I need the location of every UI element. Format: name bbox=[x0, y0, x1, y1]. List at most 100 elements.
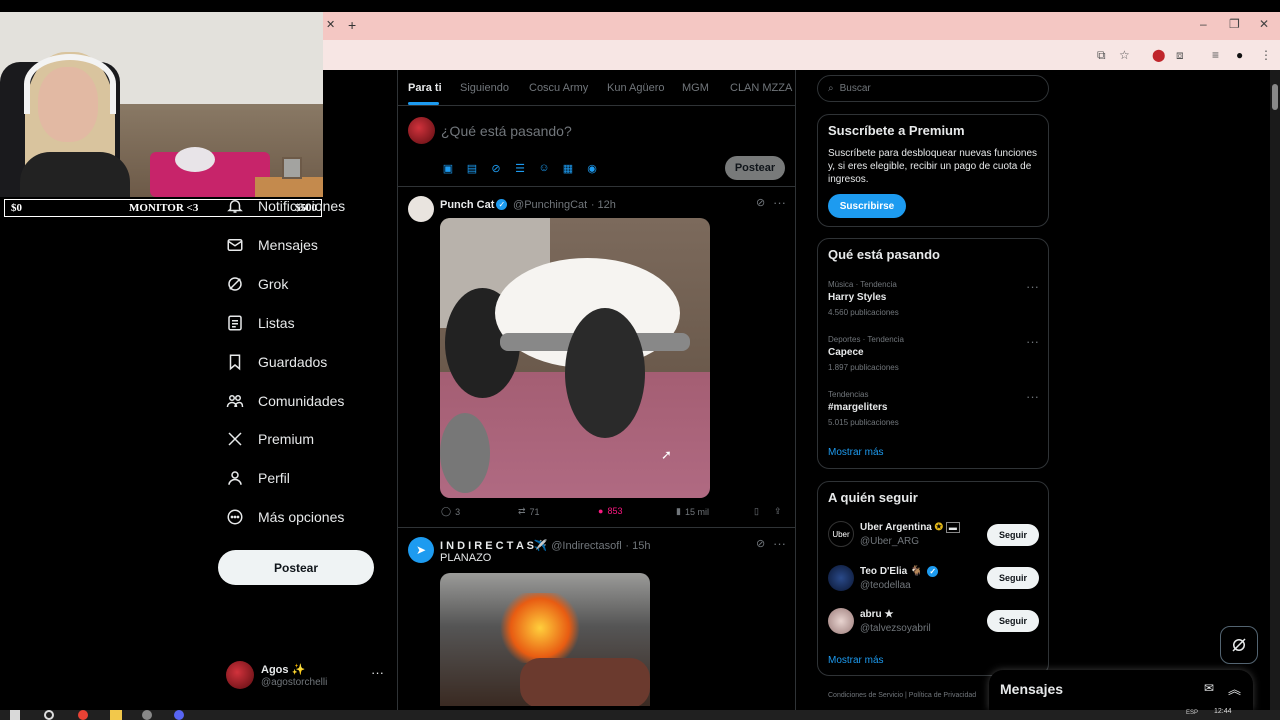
gif-icon[interactable]: ▤ bbox=[465, 161, 479, 175]
footer-links[interactable]: Condiciones de Servicio | Política de Pr… bbox=[828, 692, 976, 699]
new-message-icon[interactable]: ✉ bbox=[1204, 681, 1214, 695]
windows-start-icon[interactable] bbox=[10, 710, 20, 720]
follow-avatar[interactable]: Uber bbox=[828, 521, 854, 547]
compose-input[interactable]: ¿Qué está pasando? bbox=[441, 123, 572, 139]
account-switcher[interactable]: Agos ✨ @agostorchelli ··· bbox=[226, 661, 386, 693]
profile-icon[interactable]: ● bbox=[1236, 48, 1243, 62]
app-taskbar-icon[interactable] bbox=[142, 710, 152, 720]
bookmark-star-icon[interactable]: ☆ bbox=[1119, 48, 1130, 62]
tab-coscu-army[interactable]: Coscu Army bbox=[529, 82, 588, 94]
tweet-author-name[interactable]: I N D I R E C T A S✈️ bbox=[440, 540, 548, 552]
tweet-time[interactable]: · 15h bbox=[625, 540, 650, 552]
nav-item-grok[interactable]: Grok bbox=[226, 271, 288, 297]
schedule-icon[interactable]: ▦ bbox=[561, 161, 575, 175]
trend-more-icon[interactable]: ··· bbox=[1026, 279, 1039, 294]
emoji-icon[interactable]: ☺ bbox=[537, 161, 551, 175]
tweet-author-handle[interactable]: @PunchingCat bbox=[513, 199, 587, 211]
nav-item-bookmarks[interactable]: Guardados bbox=[226, 349, 327, 375]
search-input[interactable]: ⌕ Buscar bbox=[817, 75, 1049, 102]
clock[interactable]: 12:44 bbox=[1214, 708, 1232, 715]
compose-post-button[interactable]: Postear bbox=[725, 156, 785, 180]
follow-name[interactable]: Uber Argentina ✪ ▬ bbox=[860, 522, 960, 533]
language-indicator[interactable]: ESP bbox=[1186, 710, 1198, 716]
window-close-icon[interactable]: ✕ bbox=[1259, 17, 1269, 31]
tweet-image[interactable] bbox=[440, 573, 650, 706]
retweet-action[interactable]: ⇄ 71 bbox=[518, 506, 540, 517]
bookmark-tweet-icon[interactable]: ▯ bbox=[754, 506, 759, 517]
address-bar[interactable] bbox=[323, 40, 1280, 70]
reply-action[interactable]: ◯ 3 bbox=[441, 506, 460, 517]
close-tab-icon[interactable]: ✕ bbox=[326, 18, 335, 31]
divider bbox=[397, 527, 796, 528]
minimize-icon[interactable]: – bbox=[1200, 17, 1207, 31]
install-app-icon[interactable]: ⧉ bbox=[1097, 48, 1106, 63]
post-button[interactable]: Postear bbox=[218, 550, 374, 585]
trend-name[interactable]: Harry Styles bbox=[828, 292, 886, 303]
account-more-icon[interactable]: ··· bbox=[371, 665, 384, 680]
tweet-author-handle[interactable]: @Indirectasofl bbox=[551, 540, 621, 552]
image-icon[interactable]: ▣ bbox=[441, 161, 455, 175]
folder-taskbar-icon[interactable] bbox=[110, 710, 122, 720]
grok-analyze-icon[interactable]: ⊘ bbox=[756, 196, 765, 209]
like-action[interactable]: ● 853 bbox=[598, 506, 622, 516]
page-scrollbar[interactable] bbox=[1270, 70, 1280, 710]
grok-compose-icon[interactable]: ⊘ bbox=[489, 161, 503, 175]
search-taskbar-icon[interactable] bbox=[44, 710, 54, 720]
menu-icon[interactable]: ⋮ bbox=[1260, 48, 1272, 62]
trend-name[interactable]: #margeliters bbox=[828, 402, 887, 413]
new-tab-button[interactable]: + bbox=[348, 17, 356, 33]
trend-name[interactable]: Capece bbox=[828, 347, 864, 358]
media-icon[interactable]: ≡ bbox=[1212, 48, 1219, 62]
follow-avatar[interactable] bbox=[828, 565, 854, 591]
tweet-author-name[interactable]: Punch Cat bbox=[440, 199, 494, 211]
discord-taskbar-icon[interactable] bbox=[174, 710, 184, 720]
nav-label: Guardados bbox=[258, 354, 328, 370]
tab-kun-aguero[interactable]: Kun Agüero bbox=[607, 82, 665, 94]
nav-item-premium[interactable]: Premium bbox=[226, 426, 314, 452]
follow-button[interactable]: Seguir bbox=[987, 567, 1039, 589]
nav-label: Listas bbox=[258, 315, 295, 331]
nav-item-notifications[interactable]: Notificaciones bbox=[226, 193, 345, 219]
chrome-taskbar-icon[interactable] bbox=[78, 710, 88, 720]
follow-button[interactable]: Seguir bbox=[987, 610, 1039, 632]
goal-label: MONITOR <3 bbox=[129, 202, 199, 214]
tweet-more-icon[interactable]: ··· bbox=[773, 195, 786, 210]
more-circle-icon bbox=[227, 509, 243, 525]
tab-siguiendo[interactable]: Siguiendo bbox=[460, 82, 509, 94]
location-icon[interactable]: ◉ bbox=[585, 161, 599, 175]
grok-fab-button[interactable] bbox=[1220, 626, 1258, 664]
chevron-up-icon[interactable]: ︽ bbox=[1228, 679, 1241, 698]
follow-show-more[interactable]: Mostrar más bbox=[828, 655, 884, 666]
follow-button[interactable]: Seguir bbox=[987, 524, 1039, 546]
messages-title: Mensajes bbox=[1000, 681, 1064, 697]
scrollbar-thumb[interactable] bbox=[1272, 84, 1278, 110]
trends-show-more[interactable]: Mostrar más bbox=[828, 447, 884, 458]
extensions-icon[interactable]: ⧈ bbox=[1176, 48, 1184, 63]
nav-item-communities[interactable]: Comunidades bbox=[226, 388, 344, 414]
poll-icon[interactable]: ☰ bbox=[513, 161, 527, 175]
follow-name[interactable]: abru ★ bbox=[860, 609, 893, 620]
tab-mgm[interactable]: MGM bbox=[682, 82, 709, 94]
tab-para-ti[interactable]: Para ti bbox=[408, 82, 442, 94]
grok-analyze-icon[interactable]: ⊘ bbox=[756, 537, 765, 550]
tweet-time[interactable]: · 12h bbox=[591, 199, 616, 211]
extension-opera-icon[interactable]: ⬤ bbox=[1152, 48, 1165, 62]
tweet-avatar[interactable] bbox=[408, 196, 434, 222]
messages-drawer[interactable]: Mensajes ✉ ︽ bbox=[989, 670, 1253, 710]
nav-item-more[interactable]: Más opciones bbox=[226, 504, 344, 530]
views-action[interactable]: ▮ 15 mil bbox=[676, 506, 709, 517]
tweet-avatar[interactable]: ➤ bbox=[408, 537, 434, 563]
subscribe-button[interactable]: Suscribirse bbox=[828, 194, 906, 218]
nav-item-lists[interactable]: Listas bbox=[226, 310, 295, 336]
tweet-more-icon[interactable]: ··· bbox=[773, 536, 786, 551]
bookmark-icon bbox=[229, 354, 241, 371]
restore-icon[interactable]: ❐ bbox=[1229, 17, 1240, 31]
follow-name[interactable]: Teo D'Elia 🐐 ✓ bbox=[860, 566, 940, 577]
tab-clan-mzza[interactable]: CLAN MZZA bbox=[730, 82, 792, 94]
follow-avatar[interactable] bbox=[828, 608, 854, 634]
share-icon[interactable]: ⇪ bbox=[774, 506, 782, 517]
trend-more-icon[interactable]: ··· bbox=[1026, 389, 1039, 404]
nav-item-messages[interactable]: Mensajes bbox=[226, 232, 318, 258]
trend-more-icon[interactable]: ··· bbox=[1026, 334, 1039, 349]
nav-item-profile[interactable]: Perfil bbox=[226, 465, 290, 491]
